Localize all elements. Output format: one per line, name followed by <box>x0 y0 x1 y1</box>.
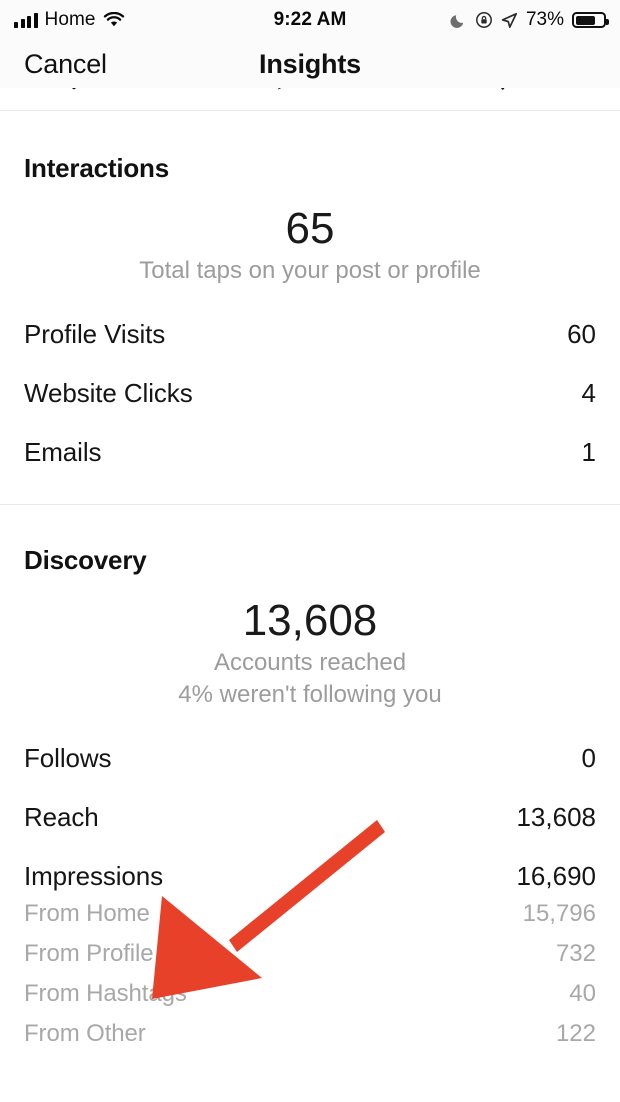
subrow-value: 732 <box>556 940 596 968</box>
row-label: Reach <box>24 802 99 833</box>
discovery-headline: 13,608 Accounts reached 4% weren't follo… <box>24 598 596 709</box>
table-row[interactable]: Reach 13,608 <box>24 788 596 847</box>
status-bar: Home 9:22 AM <box>0 0 620 40</box>
interactions-rows: Profile Visits 60 Website Clicks 4 Email… <box>24 305 596 482</box>
table-row[interactable]: Emails 1 <box>24 423 596 482</box>
row-value: 0 <box>582 743 596 774</box>
location-arrow-icon <box>501 12 518 29</box>
battery-percent-label: 73% <box>526 9 564 31</box>
engagement-strip: 366 13 6 <box>0 88 620 110</box>
engagement-comments-value: 13 <box>317 88 347 94</box>
battery-icon <box>572 12 606 28</box>
interactions-headline-value: 65 <box>24 206 596 253</box>
row-value: 4 <box>582 378 596 409</box>
row-label: Follows <box>24 743 111 774</box>
table-row[interactable]: Follows 0 <box>24 729 596 788</box>
engagement-comments[interactable]: 13 <box>207 88 414 94</box>
table-row[interactable]: Website Clicks 4 <box>24 364 596 423</box>
row-label: Profile Visits <box>24 319 165 350</box>
subrow-label: From Home <box>24 900 150 928</box>
share-icon <box>487 88 517 92</box>
row-value: 60 <box>567 319 596 350</box>
row-value: 13,608 <box>516 802 596 833</box>
row-value: 1 <box>582 437 596 468</box>
moon-icon <box>450 12 467 29</box>
discovery-headline-caption-1: Accounts reached <box>24 649 596 677</box>
discovery-section: Discovery 13,608 Accounts reached 4% wer… <box>0 505 620 1054</box>
comment-icon <box>273 88 303 92</box>
table-row[interactable]: Profile Visits 60 <box>24 305 596 364</box>
rotation-lock-icon <box>475 11 493 29</box>
subrow-value: 40 <box>569 980 596 1008</box>
insights-screen: Home 9:22 AM <box>0 0 620 1102</box>
engagement-likes-value: 366 <box>103 88 148 94</box>
engagement-shares[interactable]: 6 <box>413 88 620 94</box>
insights-content: 366 13 6 <box>0 88 620 1054</box>
list-item: From Profile 732 <box>24 934 596 974</box>
row-label: Emails <box>24 437 101 468</box>
list-item: From Hashtags 40 <box>24 974 596 1014</box>
discovery-rows: Follows 0 Reach 13,608 Impressions 16,69… <box>24 729 596 1054</box>
row-label: Impressions <box>24 861 163 892</box>
page-title: Insights <box>0 49 620 80</box>
engagement-shares-value: 6 <box>531 88 546 94</box>
discovery-headline-value: 13,608 <box>24 598 596 645</box>
subrow-label: From Hashtags <box>24 980 187 1008</box>
table-row-impressions[interactable]: Impressions 16,690 <box>24 847 596 894</box>
subrow-label: From Other <box>24 1020 146 1048</box>
subrow-label: From Profile <box>24 940 154 968</box>
navigation-bar: Cancel Insights <box>0 40 620 88</box>
discovery-title: Discovery <box>24 505 596 576</box>
interactions-title: Interactions <box>24 111 596 184</box>
engagement-likes[interactable]: 366 <box>0 88 207 94</box>
row-label: Website Clicks <box>24 378 193 409</box>
discovery-headline-caption-2: 4% weren't following you <box>24 681 596 709</box>
subrow-value: 15,796 <box>523 900 596 928</box>
interactions-section: Interactions 65 Total taps on your post … <box>0 111 620 482</box>
interactions-headline-caption: Total taps on your post or profile <box>24 257 596 285</box>
row-value: 16,690 <box>516 861 596 892</box>
heart-icon <box>59 88 89 92</box>
list-item: From Home 15,796 <box>24 894 596 934</box>
list-item: From Other 122 <box>24 1014 596 1054</box>
interactions-headline: 65 Total taps on your post or profile <box>24 206 596 285</box>
status-bar-right: 73% <box>450 9 606 31</box>
subrow-value: 122 <box>556 1020 596 1048</box>
